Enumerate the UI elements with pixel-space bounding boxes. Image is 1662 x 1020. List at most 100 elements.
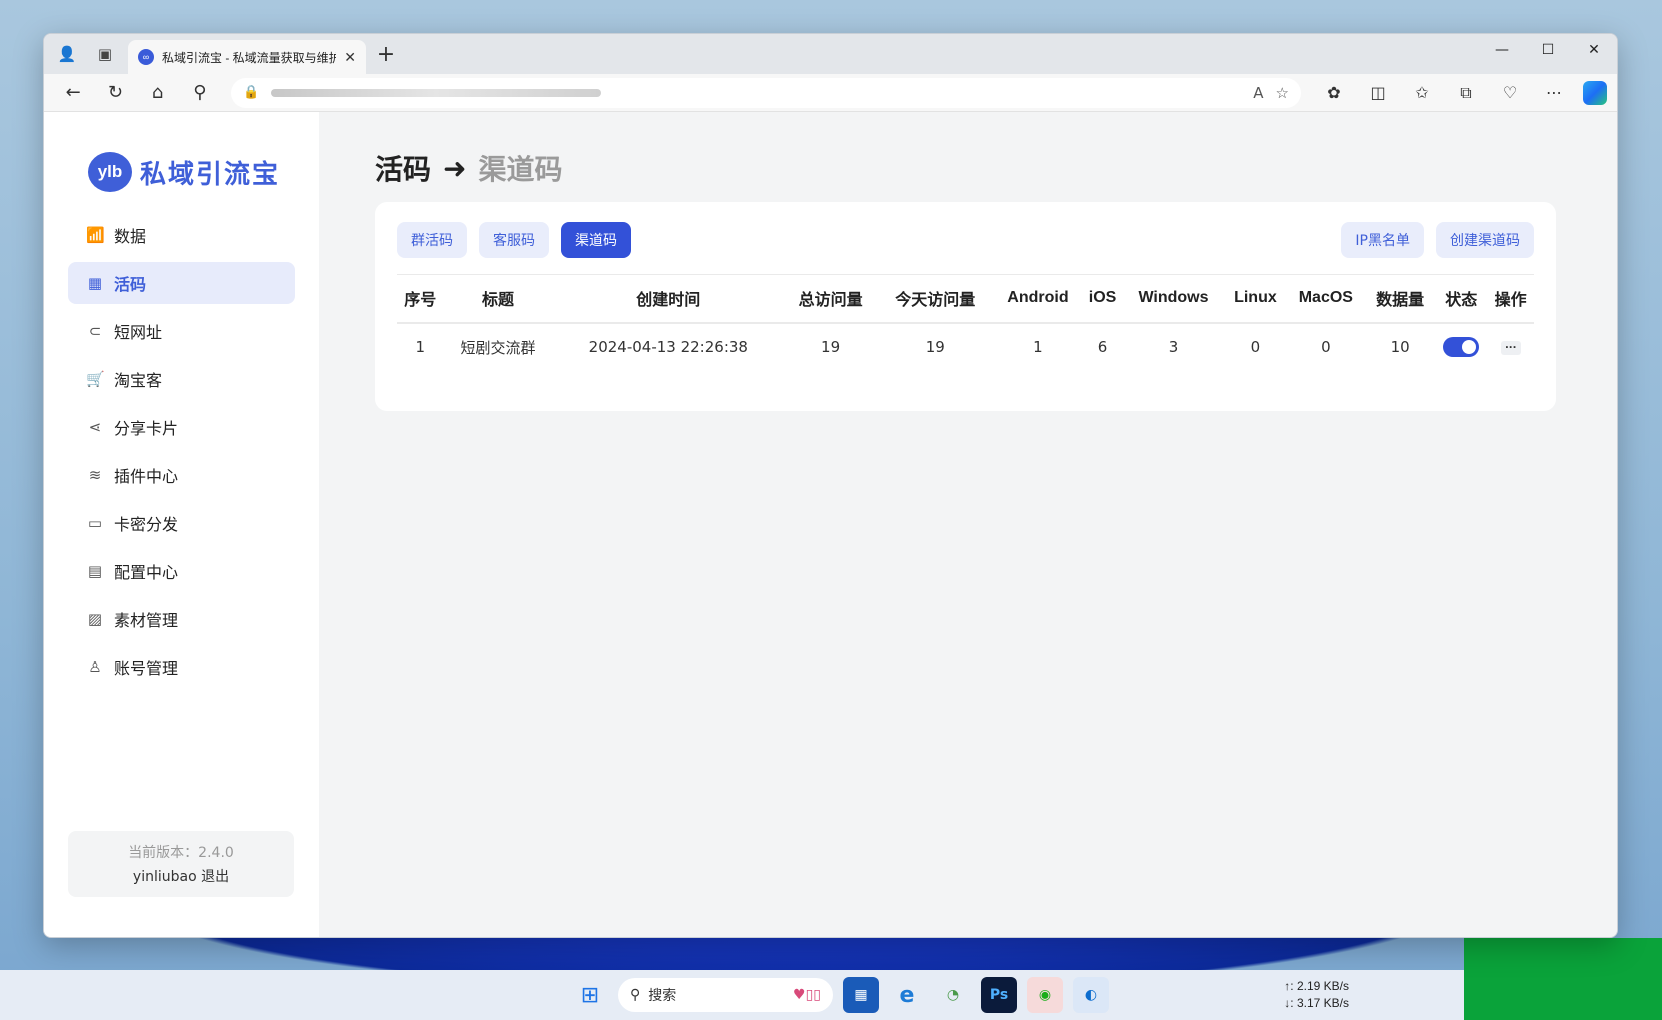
sidebar-item-data[interactable]: 📶 数据 (68, 214, 295, 256)
table-header-row: 序号 标题 创建时间 总访问量 今天访问量 Android iOS Window… (397, 274, 1534, 324)
sidebar-item-label: 短网址 (114, 323, 163, 342)
cell-created: 2024-04-13 22:26:38 (588, 338, 748, 356)
table-row: 1 短剧交流群 2024-04-13 22:26:38 19 19 1 6 3 … (397, 323, 1534, 371)
create-channel-code-button[interactable]: 创建渠道码 (1436, 222, 1534, 258)
new-tab-button[interactable]: + (366, 34, 406, 74)
layers-icon: ≋ (88, 466, 102, 484)
version-text: 当前版本：2.4.0 (128, 845, 234, 861)
column-header: MacOS (1286, 274, 1366, 324)
read-aloud-icon[interactable]: A (1253, 84, 1263, 102)
toggle-knob (1462, 340, 1477, 354)
sidebar-item-label: 素材管理 (114, 611, 179, 630)
column-header: 数据量 (1365, 274, 1436, 324)
split-screen-icon[interactable]: ◫ (1363, 78, 1393, 108)
network-download: ↓: 3.17 KB/s (1284, 996, 1349, 1010)
taskbar-search[interactable]: ⚲ 搜索 ♥▯▯ (618, 978, 833, 1012)
chart-icon: 📶 (86, 226, 105, 244)
more-actions-button[interactable]: ... (1500, 340, 1521, 355)
sidebar-item-label: 分享卡片 (114, 419, 179, 438)
sidebar-item-taobaoke[interactable]: 🛒 淘宝客 (68, 358, 295, 400)
user-icon: ♙ (88, 658, 102, 676)
chat-app-icon[interactable]: ◔ (935, 977, 971, 1013)
more-menu-icon[interactable]: ⋯ (1539, 78, 1569, 108)
tab-channel-code[interactable]: 渠道码 (561, 222, 631, 258)
sidebar-item-materials[interactable]: ▨ 素材管理 (68, 598, 295, 640)
user-logout-link[interactable]: yinliubao 退出 (133, 866, 229, 886)
search-icon[interactable]: ⚲ (181, 78, 219, 108)
url-redacted (271, 88, 602, 97)
sidebar-item-card-key[interactable]: ▭ 卡密分发 (68, 502, 295, 544)
photoshop-icon[interactable]: Ps (981, 977, 1017, 1013)
sidebar-item-share-card[interactable]: ⋖ 分享卡片 (68, 406, 295, 448)
browser-tab[interactable]: ∞ 私域引流宝 - 私域流量获取与维护 ✕ (128, 40, 366, 74)
extensions-icon[interactable]: ✿ (1319, 78, 1349, 108)
code-type-tabs: 群活码 客服码 渠道码 (397, 222, 631, 258)
column-header: 创建时间 (552, 274, 785, 324)
title-bar: 👤 ▣ ∞ 私域引流宝 - 私域流量获取与维护 ✕ + — ☐ ✕ (44, 34, 1617, 74)
maximize-button[interactable]: ☐ (1525, 34, 1571, 66)
channel-code-card: 群活码 客服码 渠道码 IP黑名单 创建渠道码 序号 标题 创建时间 总访问量 … (375, 202, 1556, 411)
ip-blacklist-button[interactable]: IP黑名单 (1341, 222, 1424, 258)
link-icon: ⊂ (88, 322, 102, 340)
tab-service-code[interactable]: 客服码 (479, 222, 549, 258)
favorites-icon[interactable]: ✩ (1407, 78, 1437, 108)
column-header: Windows (1122, 274, 1225, 324)
column-header: 状态 (1435, 274, 1488, 324)
network-speed: ↑: 2.19 KB/s ↓: 3.17 KB/s (1284, 978, 1349, 1012)
cell-index: 1 (415, 338, 426, 356)
cell-total-visits: 19 (821, 338, 841, 356)
address-bar[interactable]: 🔒 A ☆ (231, 77, 1301, 108)
column-header: 序号 (397, 274, 444, 324)
cell-windows: 3 (1168, 338, 1179, 356)
cell-today-visits: 19 (925, 338, 945, 356)
sidebar-item-label: 配置中心 (114, 563, 179, 582)
sidebar-item-label: 插件中心 (114, 467, 179, 486)
desktop-green-block (1464, 938, 1662, 1020)
tab-favicon-icon: ∞ (138, 49, 154, 65)
sidebar-item-label: 数据 (114, 227, 147, 246)
copilot-icon[interactable] (1583, 80, 1607, 105)
windows-start-icon[interactable]: ⊞ (572, 977, 608, 1013)
ie-icon[interactable]: e (889, 977, 925, 1013)
app-area: ylb 私域引流宝 📶 数据 ▦ 活码 ⊂ 短网址 🛒 淘宝客 ⋖ 分享卡片 ≋… (44, 112, 1617, 937)
cell-linux: 0 (1250, 338, 1261, 356)
status-toggle[interactable] (1443, 337, 1480, 357)
collections-icon[interactable]: ⧉ (1451, 78, 1481, 108)
edge-icon[interactable]: ◐ (1073, 977, 1109, 1013)
share-icon: ⋖ (88, 418, 102, 436)
sidebar-item-plugins[interactable]: ≋ 插件中心 (68, 454, 295, 496)
cell-macos: 0 (1321, 338, 1331, 356)
cell-ios: 6 (1097, 338, 1108, 356)
wechat-icon[interactable]: ◉ (1027, 977, 1063, 1013)
sidebar-item-accounts[interactable]: ♙ 账号管理 (68, 646, 295, 688)
column-header: Android (993, 274, 1083, 324)
tab-group-code[interactable]: 群活码 (397, 222, 467, 258)
back-arrow-icon[interactable]: ← (54, 78, 92, 108)
minimize-button[interactable]: — (1479, 34, 1525, 66)
refresh-icon[interactable]: ↻ (96, 78, 134, 108)
cell-title: 短剧交流群 (460, 338, 536, 357)
tab-close-icon[interactable]: ✕ (344, 49, 356, 66)
browser-essentials-icon[interactable]: ♡ (1495, 78, 1525, 108)
tab-actions-icon[interactable]: ▣ (94, 43, 116, 65)
lock-icon: 🔒 (243, 85, 260, 100)
favorite-star-icon[interactable]: ☆ (1276, 84, 1289, 102)
home-icon[interactable]: ⌂ (139, 78, 177, 108)
sidebar-item-short-url[interactable]: ⊂ 短网址 (68, 310, 295, 352)
column-header: 总访问量 (784, 274, 878, 324)
profile-icon[interactable]: 👤 (56, 43, 78, 65)
browser-window: 👤 ▣ ∞ 私域引流宝 - 私域流量获取与维护 ✕ + — ☐ ✕ ← ↻ ⌂ … (43, 33, 1618, 938)
close-window-button[interactable]: ✕ (1571, 34, 1617, 66)
image-icon: ▨ (87, 610, 103, 628)
sidebar-item-config[interactable]: ▤ 配置中心 (68, 550, 295, 592)
network-upload: ↑: 2.19 KB/s (1284, 979, 1349, 993)
column-header: 今天访问量 (877, 274, 994, 324)
cell-android: 1 (1033, 338, 1043, 356)
page-title: 活码 ➜ 渠道码 (375, 148, 1556, 188)
sidebar-item-label: 账号管理 (114, 659, 179, 678)
breadcrumb-current: 渠道码 (478, 153, 563, 186)
arrow-right-icon: ➜ (443, 151, 467, 185)
sidebar-item-live-code[interactable]: ▦ 活码 (68, 262, 295, 304)
store-icon[interactable]: ▦ (843, 977, 879, 1013)
breadcrumb-root[interactable]: 活码 (375, 148, 431, 188)
